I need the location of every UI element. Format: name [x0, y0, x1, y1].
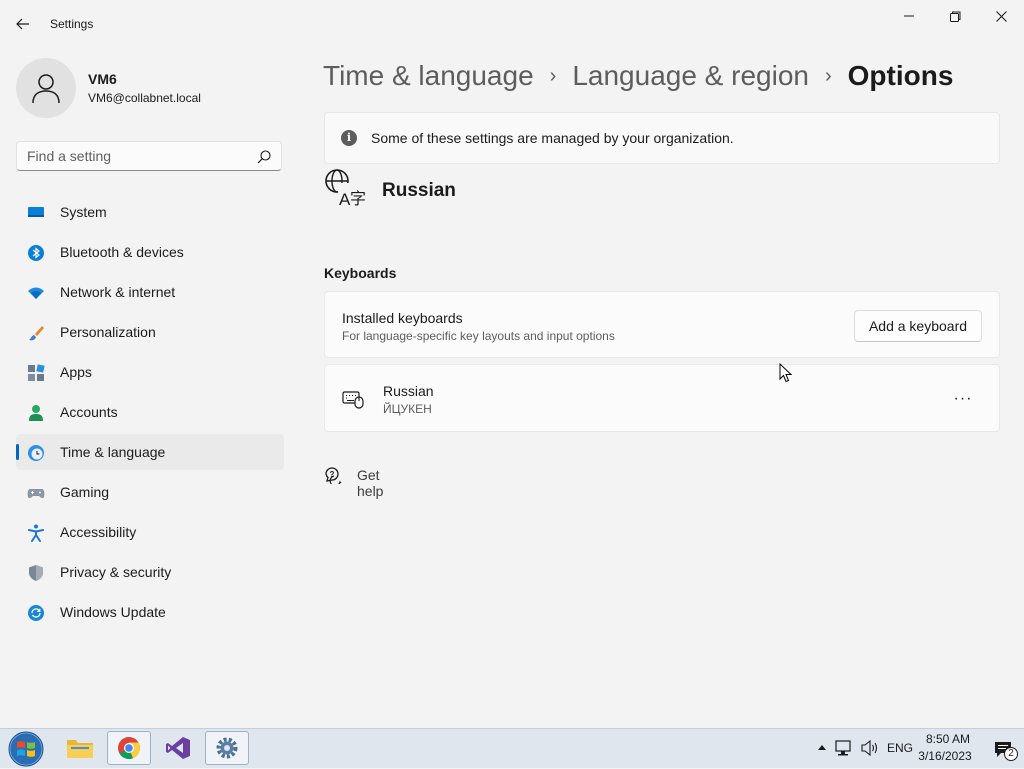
breadcrumb-time-language[interactable]: Time & language — [323, 60, 534, 92]
sidebar-item-label: Apps — [60, 364, 92, 380]
volume-icon[interactable] — [860, 739, 880, 757]
sidebar-item-label: Bluetooth & devices — [60, 244, 184, 260]
input-language-indicator[interactable]: ENG — [887, 741, 913, 755]
minimize-button[interactable] — [886, 0, 932, 32]
user-name: VM6 — [88, 71, 117, 87]
notification-count-badge: 2 — [1004, 747, 1018, 761]
sidebar-item-windows-update[interactable]: Windows Update — [16, 594, 284, 630]
language-icon: A 字 — [325, 169, 366, 208]
sidebar-item-label: Privacy & security — [60, 564, 172, 580]
bluetooth-icon — [28, 245, 44, 261]
brush-icon — [29, 326, 44, 341]
language-header: A 字 Russian — [324, 168, 724, 208]
sidebar-item-gaming[interactable]: Gaming — [16, 474, 284, 510]
windows-update-icon — [28, 605, 44, 621]
clock-time[interactable]: 8:50 AM — [918, 732, 978, 746]
sidebar-item-label: Gaming — [60, 484, 110, 500]
visual-studio-icon — [166, 737, 190, 759]
sidebar-nav: System Bluetooth & devices Network & int… — [16, 194, 284, 634]
close-button[interactable] — [978, 0, 1024, 32]
apps-icon — [28, 364, 45, 381]
network-icon — [28, 287, 44, 299]
keyboard-name: Russian — [383, 383, 434, 399]
taskbar-settings[interactable] — [205, 731, 249, 765]
add-keyboard-button[interactable]: Add a keyboard — [854, 310, 982, 342]
search-input[interactable] — [17, 142, 267, 170]
avatar — [16, 58, 76, 118]
sidebar-item-label: Network & internet — [60, 284, 176, 300]
title-bar: Settings — [0, 0, 1024, 48]
keyboard-item-russian: Russian ЙЦУКЕН ··· — [324, 364, 1000, 432]
sidebar-item-personalization[interactable]: Personalization — [16, 314, 284, 350]
person-icon — [32, 74, 60, 104]
app-title: Settings — [50, 17, 94, 31]
minimize-icon — [904, 15, 914, 17]
keyboard-icon — [342, 391, 364, 409]
user-email: VM6@collabnet.local — [88, 91, 201, 105]
info-icon: i — [341, 130, 357, 146]
sidebar-item-label: Time & language — [60, 444, 166, 460]
close-icon — [995, 10, 1007, 22]
help-icon: ? — [325, 467, 342, 484]
back-arrow-icon — [16, 18, 29, 30]
breadcrumb-language-region[interactable]: Language & region — [572, 60, 809, 92]
breadcrumb-separator: › — [824, 64, 832, 87]
taskbar: ENG 8:50 AM 3/16/2023 2 — [0, 728, 1024, 768]
action-center-button[interactable]: 2 — [994, 739, 1018, 761]
accessibility-icon — [28, 524, 44, 542]
sidebar-item-network[interactable]: Network & internet — [16, 274, 284, 310]
settings-icon — [216, 737, 238, 759]
taskbar-file-explorer[interactable] — [58, 731, 102, 765]
restore-button[interactable] — [932, 0, 978, 32]
user-profile[interactable]: VM6 VM6@collabnet.local — [16, 58, 286, 118]
gaming-icon — [27, 489, 45, 499]
clock-date[interactable]: 3/16/2023 — [912, 749, 978, 763]
chrome-icon — [118, 737, 141, 760]
installed-keyboards-title: Installed keyboards — [342, 310, 463, 326]
more-options-button[interactable]: ··· — [949, 389, 977, 409]
show-hidden-icons-icon[interactable] — [817, 743, 827, 751]
accounts-icon — [29, 405, 43, 421]
sidebar-item-accounts[interactable]: Accounts — [16, 394, 284, 430]
search-icon[interactable] — [257, 150, 271, 164]
sidebar-item-label: Personalization — [60, 324, 156, 340]
sidebar-item-system[interactable]: System — [16, 194, 284, 230]
installed-keyboards-card: Installed keyboards For language-specifi… — [324, 291, 1000, 358]
keyboards-section-title: Keyboards — [324, 265, 397, 281]
svg-text:字: 字 — [350, 189, 366, 208]
sidebar-item-apps[interactable]: Apps — [16, 354, 284, 390]
mouse-cursor — [779, 363, 793, 383]
managed-by-org-banner: i Some of these settings are managed by … — [324, 112, 1000, 164]
sidebar-item-label: System — [60, 204, 107, 220]
sidebar-item-privacy[interactable]: Privacy & security — [16, 554, 284, 590]
windows-start-icon — [8, 731, 44, 767]
info-text: Some of these settings are managed by yo… — [371, 130, 734, 146]
taskbar-visual-studio[interactable] — [156, 731, 200, 765]
start-button[interactable] — [6, 731, 46, 767]
file-explorer-icon — [67, 740, 93, 758]
sidebar-item-time-language[interactable]: Time & language — [16, 434, 284, 470]
restore-icon — [949, 11, 960, 22]
breadcrumb: Time & language › Language & region › Op… — [323, 56, 953, 96]
sidebar-item-label: Accounts — [60, 404, 118, 420]
keyboard-layout: ЙЦУКЕН — [383, 402, 432, 416]
system-icon — [28, 207, 44, 217]
shield-icon — [29, 565, 43, 581]
breadcrumb-separator: › — [549, 64, 557, 87]
svg-text:?: ? — [330, 470, 335, 479]
page-title: Options — [847, 60, 954, 91]
installed-keyboards-subtitle: For language-specific key layouts and in… — [342, 329, 615, 343]
language-name: Russian — [382, 180, 456, 201]
sidebar-item-bluetooth[interactable]: Bluetooth & devices — [16, 234, 284, 270]
sidebar-item-label: Windows Update — [60, 604, 166, 620]
search-box[interactable] — [16, 141, 282, 171]
get-help-label: Get help — [357, 467, 384, 499]
time-language-icon — [28, 445, 44, 461]
back-button[interactable] — [8, 10, 38, 38]
sidebar-item-label: Accessibility — [60, 524, 137, 540]
taskbar-chrome[interactable] — [107, 731, 151, 765]
network-status-icon[interactable] — [835, 739, 853, 757]
sidebar-item-accessibility[interactable]: Accessibility — [16, 514, 284, 550]
